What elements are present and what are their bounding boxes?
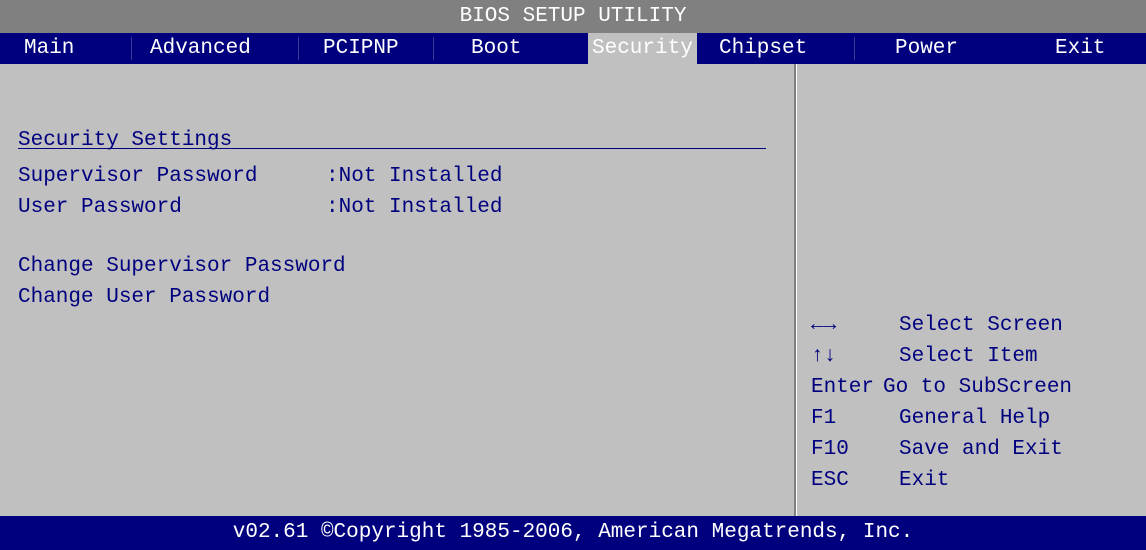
- tab-exit[interactable]: Exit: [1055, 33, 1105, 64]
- help-select-item: Select Item: [899, 345, 1038, 368]
- copyright-text: v02.61 ©Copyright 1985-2006, American Me…: [232, 521, 914, 544]
- help-general-help: General Help: [899, 407, 1051, 430]
- supervisor-password-label: Supervisor Password: [18, 165, 258, 188]
- tab-security[interactable]: Security: [588, 33, 697, 64]
- tab-advanced[interactable]: Advanced: [150, 33, 251, 64]
- help-key-f1: F1: [811, 407, 837, 430]
- tab-main[interactable]: Main: [24, 33, 74, 64]
- help-exit: Exit: [899, 469, 950, 492]
- tab-boot[interactable]: Boot: [471, 33, 521, 64]
- tab-separator: [433, 37, 434, 60]
- bios-screen: BIOS SETUP UTILITY Main Advanced PCIPNP …: [0, 0, 1146, 550]
- tab-pcipnp[interactable]: PCIPNP: [323, 33, 399, 64]
- app-title: BIOS SETUP UTILITY: [459, 5, 687, 28]
- supervisor-password-status: :Not Installed: [326, 165, 503, 188]
- left-right-arrow-icon: ←→: [811, 314, 837, 337]
- help-key-f10: F10: [811, 438, 849, 461]
- tab-power[interactable]: Power: [895, 33, 958, 64]
- user-password-label: User Password: [18, 196, 182, 219]
- help-select-screen: Select Screen: [899, 314, 1063, 337]
- help-go-to-subscreen: Go to SubScreen: [883, 376, 1073, 399]
- user-password-status: :Not Installed: [326, 196, 503, 219]
- footer-bar: v02.61 ©Copyright 1985-2006, American Me…: [0, 516, 1146, 550]
- up-down-arrow-icon: ↑↓: [811, 345, 837, 368]
- change-supervisor-password-item[interactable]: Change Supervisor Password: [18, 255, 346, 278]
- menu-bar: Main Advanced PCIPNP Boot Security Chips…: [0, 33, 1146, 64]
- tab-chipset[interactable]: Chipset: [719, 33, 807, 64]
- title-bar: BIOS SETUP UTILITY: [0, 0, 1146, 33]
- section-divider: [18, 148, 766, 149]
- tab-separator: [298, 37, 299, 60]
- panel-divider-highlight: [796, 64, 797, 516]
- tab-separator: [131, 37, 132, 60]
- help-key-enter: Enter: [811, 376, 875, 399]
- help-key-esc: ESC: [811, 469, 849, 492]
- change-user-password-item[interactable]: Change User Password: [18, 286, 270, 309]
- help-save-and-exit: Save and Exit: [899, 438, 1063, 461]
- tab-separator: [854, 37, 855, 60]
